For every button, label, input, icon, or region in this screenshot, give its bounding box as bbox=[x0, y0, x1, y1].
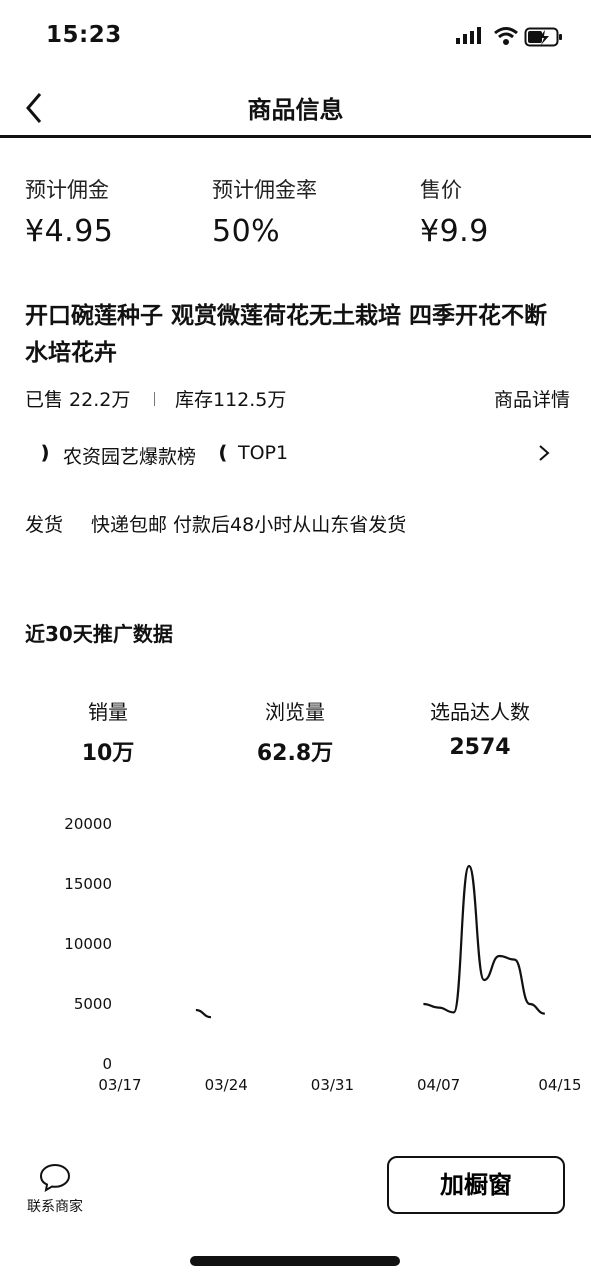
x-tick-label: 03/24 bbox=[205, 1076, 248, 1094]
x-tick-label: 03/31 bbox=[311, 1076, 354, 1094]
nav-bar: 商品信息 bbox=[0, 78, 591, 138]
metric-commission: 预计佣金 ¥4.95 bbox=[25, 174, 113, 249]
metric-value: ¥9.9 bbox=[420, 214, 489, 249]
product-detail-link[interactable]: 商品详情 bbox=[494, 385, 570, 412]
metric-price: 售价 ¥9.9 bbox=[420, 174, 489, 249]
chat-bubble-icon bbox=[39, 1163, 71, 1192]
stat-sales: 销量 10万 bbox=[18, 696, 198, 767]
laurel-left-icon: ❫ bbox=[37, 442, 53, 464]
chevron-right-icon bbox=[539, 445, 550, 461]
cellular-signal-icon bbox=[456, 27, 481, 44]
stat-value: 62.8万 bbox=[256, 741, 334, 766]
metric-value: 50% bbox=[212, 214, 281, 249]
home-indicator bbox=[190, 1256, 400, 1266]
product-title: 开口碗莲种子 观赏微莲荷花无土栽培 四季开花不断 水培花卉 bbox=[25, 303, 548, 366]
metric-label: 预计佣金率 bbox=[212, 178, 317, 202]
status-time: 15:23 bbox=[46, 22, 122, 48]
metric-commission-rate: 预计佣金率 50% bbox=[212, 174, 317, 249]
series-line bbox=[195, 1008, 212, 1019]
y-tick-label: 15000 bbox=[64, 875, 112, 893]
contact-merchant-button[interactable]: 联系商家 bbox=[20, 1162, 90, 1216]
metric-label: 预计佣金 bbox=[25, 178, 109, 202]
stat-value: 10万 bbox=[81, 741, 135, 766]
wifi-icon bbox=[494, 27, 518, 45]
promo-trend-chart: 20000 15000 10000 5000 0 03/17 03/24 03/31 04/07… bbox=[64, 815, 580, 1094]
product-info-page: 15:23 商品信息 预计佣金 ¥4.95 预计佣金率 50% 售价 ¥9.9 … bbox=[0, 0, 591, 1280]
stat-label: 浏览量 bbox=[265, 700, 325, 724]
stat-influencers: 选品达人数 2574 bbox=[390, 696, 570, 760]
ranking-value: TOP1 bbox=[238, 442, 289, 464]
stock-count: 库存112.5万 bbox=[175, 389, 287, 411]
ranking-label: 农资园艺爆款榜 bbox=[63, 446, 197, 468]
x-tick-label: 04/15 bbox=[538, 1076, 580, 1094]
metric-value: ¥4.95 bbox=[25, 214, 114, 249]
laurel-right-icon: ❪ bbox=[215, 442, 231, 464]
stat-views: 浏览量 62.8万 bbox=[205, 696, 385, 767]
y-tick-label: 0 bbox=[102, 1055, 112, 1073]
ranking-row[interactable]: ❫ 农资园艺爆款榜 ❪ TOP1 bbox=[25, 440, 555, 472]
bottom-action-bar: 联系商家 加橱窗 bbox=[0, 1150, 591, 1230]
stat-value: 2574 bbox=[449, 735, 511, 760]
sales-stock-row: 已售 22.2万 库存112.5万 商品详情 bbox=[25, 385, 570, 413]
y-tick-label: 20000 bbox=[64, 815, 112, 833]
contact-label: 联系商家 bbox=[27, 1199, 83, 1215]
shipping-label: 发货 bbox=[25, 514, 64, 536]
sold-count: 已售 22.2万 bbox=[25, 389, 131, 411]
stat-label: 销量 bbox=[88, 700, 128, 724]
x-tick-label: 03/17 bbox=[98, 1076, 141, 1094]
add-to-showcase-button[interactable]: 加橱窗 bbox=[387, 1156, 565, 1214]
stat-label: 选品达人数 bbox=[430, 700, 530, 724]
series-line bbox=[423, 864, 545, 1015]
promo-section-title: 近30天推广数据 bbox=[25, 622, 173, 646]
y-tick-label: 10000 bbox=[64, 935, 112, 953]
status-bar: 15:23 bbox=[0, 0, 591, 78]
metric-label: 售价 bbox=[420, 178, 462, 202]
battery-charging-icon bbox=[524, 27, 562, 47]
page-title: 商品信息 bbox=[247, 96, 344, 124]
x-tick-label: 04/07 bbox=[417, 1076, 460, 1094]
y-tick-label: 5000 bbox=[74, 995, 112, 1013]
shipping-text: 快递包邮 付款后48小时从山东省发货 bbox=[91, 514, 407, 536]
divider bbox=[154, 392, 155, 406]
